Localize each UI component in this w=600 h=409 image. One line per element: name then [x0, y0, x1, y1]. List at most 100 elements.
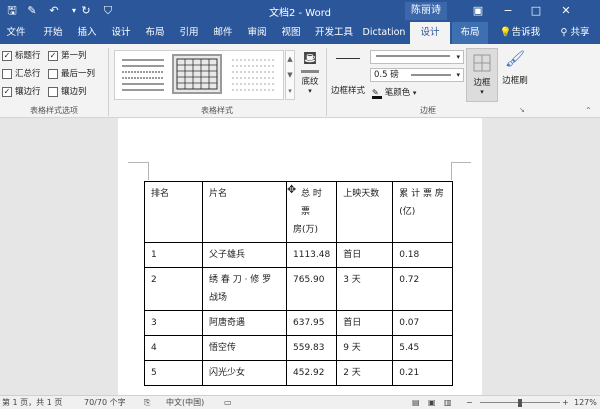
table-cell[interactable]: 0.21 — [392, 360, 454, 386]
tab-layout[interactable]: 布局 — [140, 22, 170, 44]
checkbox-last-column[interactable]: 最后一列 — [48, 68, 95, 80]
tab-table-layout[interactable]: 布局 — [452, 22, 488, 44]
tab-mailings[interactable]: 邮件 — [208, 22, 238, 44]
line-weight-preview — [411, 74, 451, 76]
person-icon: ⚲ — [560, 27, 568, 38]
zoom-slider-handle[interactable] — [518, 399, 522, 407]
page-count[interactable]: 第 1 页，共 1 页 — [2, 397, 62, 409]
macro-record-icon[interactable]: ▭ — [224, 397, 232, 409]
header-cell-title[interactable]: 片名 — [202, 181, 287, 243]
table-style-light-grid[interactable] — [228, 54, 278, 94]
box-office-table[interactable]: 排名 片名 总 时 票 房(万) 上映天数 累 计 票 房 (亿) 1 父子雄兵… — [144, 181, 454, 386]
title-bar: 🖫 ✎ ↶ ▾ ↻ ⛉ 文档2 - Word 陈丽诗 ▣ − □ ✕ — [0, 0, 600, 22]
group-label-table-styles: 表格样式 — [201, 106, 233, 115]
document-page[interactable]: ✥ 排名 片名 总 时 票 房(万) 上映天数 累 计 票 房 (亿) 1 父子… — [118, 118, 482, 395]
table-cell[interactable]: 0.07 — [392, 310, 454, 336]
table-cell[interactable]: 0.18 — [392, 242, 454, 268]
ribbon-tabs: 文件 开始 插入 设计 布局 引用 邮件 审阅 视图 开发工具 Dictatio… — [0, 22, 600, 44]
table-cell[interactable]: 5 — [144, 360, 203, 386]
minimize-button[interactable]: − — [498, 2, 518, 20]
table-cell[interactable]: 1 — [144, 242, 203, 268]
table-cell[interactable]: 闪光少女 — [202, 360, 287, 386]
checkbox-box: ✓ — [48, 51, 58, 61]
tell-me-label: 告诉我 — [511, 27, 541, 38]
table-cell[interactable]: 2 — [144, 267, 203, 311]
table-cell[interactable]: 765.90 — [285, 267, 338, 311]
zoom-level[interactable]: 127% — [574, 397, 597, 409]
table-cell[interactable]: 绣 春 刀 · 修 罗 战场 — [202, 267, 287, 311]
language-indicator[interactable]: 中文(中国) — [166, 397, 204, 409]
table-style-plain[interactable] — [118, 54, 168, 94]
tab-insert[interactable]: 插入 — [72, 22, 102, 44]
read-mode-icon[interactable]: ▤ — [412, 397, 420, 409]
border-painter-button[interactable]: 🖌 边框刷 — [500, 48, 530, 86]
header-cell-gross[interactable]: 总 时 票 房(万) — [285, 181, 338, 243]
table-cell[interactable]: 1113.48 — [285, 242, 338, 268]
table-cell[interactable]: 4 — [144, 335, 203, 361]
table-cell[interactable]: 9 天 — [336, 335, 394, 361]
collapse-ribbon-icon[interactable]: ⌃ — [585, 106, 592, 115]
line-weight-dropdown[interactable]: 0.5 磅 ▾ — [370, 68, 464, 82]
table-row: 5 闪光少女 452.92 2 天 0.21 — [144, 360, 454, 386]
table-cell[interactable]: 452.92 — [285, 360, 338, 386]
table-style-grid[interactable] — [172, 54, 222, 94]
proofing-icon[interactable]: ⎘ — [144, 397, 150, 409]
checkbox-banded-columns[interactable]: 镶边列 — [48, 86, 87, 98]
web-layout-icon[interactable]: ▥ — [444, 397, 452, 409]
table-cell[interactable]: 2 天 — [336, 360, 394, 386]
zoom-in-icon[interactable]: + — [562, 397, 569, 409]
gallery-up-icon[interactable]: ▲ — [286, 51, 294, 67]
gallery-down-icon[interactable]: ▼ — [286, 67, 294, 83]
tab-view[interactable]: 视图 — [276, 22, 306, 44]
checkbox-banded-rows[interactable]: ✓ 镶边行 — [2, 86, 41, 98]
group-separator — [108, 48, 109, 116]
table-cell[interactable]: 首日 — [336, 242, 394, 268]
checkbox-header-row[interactable]: ✓ 标题行 — [2, 50, 41, 62]
zoom-out-icon[interactable]: − — [466, 397, 473, 409]
pen-color-button[interactable]: ✎ 笔颜色 ▾ — [372, 86, 416, 100]
table-cell[interactable]: 父子雄兵 — [202, 242, 287, 268]
maximize-button[interactable]: □ — [526, 2, 546, 20]
table-header-row: 排名 片名 总 时 票 房(万) 上映天数 累 计 票 房 (亿) — [144, 181, 454, 243]
table-cell[interactable]: 首日 — [336, 310, 394, 336]
line-style-dropdown[interactable]: ▾ — [370, 50, 464, 64]
table-cell[interactable]: 559.83 — [285, 335, 338, 361]
tab-file[interactable]: 文件 — [2, 22, 30, 44]
word-count[interactable]: 70/70 个字 — [84, 397, 126, 409]
table-cell[interactable]: 0.72 — [392, 267, 454, 311]
tab-dictation[interactable]: Dictation — [360, 22, 408, 44]
tab-design[interactable]: 设计 — [106, 22, 136, 44]
table-cell[interactable]: 3 — [144, 310, 203, 336]
table-cell[interactable]: 悟空传 — [202, 335, 287, 361]
tab-home[interactable]: 开始 — [38, 22, 68, 44]
tab-review[interactable]: 审阅 — [242, 22, 272, 44]
gallery-more-icon[interactable]: ▾ — [286, 83, 294, 99]
border-styles-button[interactable]: 边框样式 — [330, 52, 366, 96]
print-layout-icon[interactable]: ▣ — [428, 397, 436, 409]
table-cell[interactable]: 5.45 — [392, 335, 454, 361]
shading-button[interactable]: ⛾ 底纹 ▾ — [298, 48, 322, 95]
table-cell[interactable]: 3 天 — [336, 267, 394, 311]
crop-mark — [148, 162, 149, 180]
tell-me-box[interactable]: 💡告诉我 — [494, 22, 546, 44]
header-cell-days[interactable]: 上映天数 — [336, 181, 394, 243]
chevron-down-icon: ▾ — [480, 88, 484, 96]
share-button[interactable]: ⚲ 共享 — [550, 22, 600, 44]
table-cell[interactable]: 637.95 — [285, 310, 338, 336]
table-cell[interactable]: 阿唐奇遇 — [202, 310, 287, 336]
header-cell-rank[interactable]: 排名 — [144, 181, 203, 243]
close-button[interactable]: ✕ — [556, 2, 576, 20]
tab-developer[interactable]: 开发工具 — [310, 22, 358, 44]
ribbon-display-icon[interactable]: ▣ — [468, 2, 488, 20]
checkbox-first-column[interactable]: ✓ 第一列 — [48, 50, 87, 62]
borders-button[interactable]: 边框 ▾ — [466, 48, 498, 102]
header-cell-cumulative[interactable]: 累 计 票 房 (亿) — [392, 181, 454, 243]
border-painter-label: 边框刷 — [502, 76, 528, 86]
dialog-launcher-icon[interactable]: ↘ — [519, 106, 527, 114]
tab-table-design[interactable]: 设计 — [410, 22, 450, 44]
checkbox-total-row[interactable]: 汇总行 — [2, 68, 41, 80]
chevron-down-icon: ▾ — [308, 87, 312, 95]
tab-references[interactable]: 引用 — [174, 22, 204, 44]
chevron-down-icon: ▾ — [456, 53, 460, 61]
user-name[interactable]: 陈丽诗 — [405, 2, 447, 20]
